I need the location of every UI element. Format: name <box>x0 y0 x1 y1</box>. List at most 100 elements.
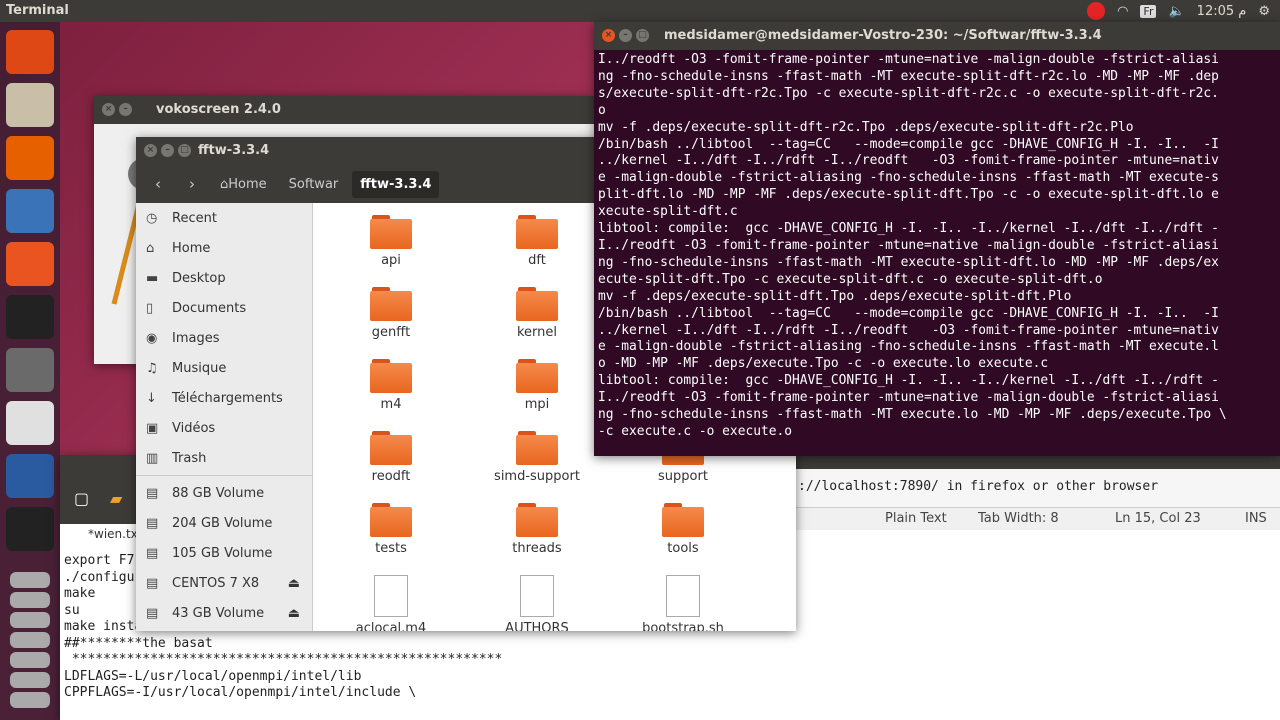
gear-icon[interactable]: ⚙ <box>1258 4 1270 19</box>
insert-mode: INS <box>1245 511 1267 526</box>
screen-recorder-icon[interactable] <box>6 454 54 498</box>
sidebar-volume[interactable]: ▤ 204 GB Volume <box>136 508 312 538</box>
ubuntu-icon[interactable] <box>6 30 54 74</box>
folder-item[interactable]: tests <box>331 503 451 556</box>
sidebar-item-label: Musique <box>172 360 227 376</box>
software-center-icon[interactable] <box>6 242 54 286</box>
sidebar-volume[interactable]: ▤ 88 GB Volume <box>136 478 312 508</box>
terminal-line: I../reodft -O3 -fomit-frame-pointer -mtu… <box>598 52 1219 67</box>
clock[interactable]: 12:05 م <box>1197 4 1247 19</box>
sidebar-volume[interactable]: ▤ 43 GB Volume ⏏ <box>136 598 312 628</box>
file-name: aclocal.m4 <box>355 621 427 631</box>
close-icon[interactable]: × <box>602 29 615 42</box>
folder-item[interactable]: threads <box>477 503 597 556</box>
terminal-window[interactable]: × – □ medsidamer@medsidamer-Vostro-230: ~/… <box>594 22 1280 456</box>
terminal-output[interactable]: I../reodft -O3 -fomit-frame-pointer -mtu… <box>594 50 1280 456</box>
editor-line: make insta <box>64 619 143 634</box>
launcher <box>0 22 60 720</box>
maximize-icon[interactable]: □ <box>636 29 649 42</box>
sidebar-item-musique[interactable]: ♫ Musique <box>136 353 312 383</box>
sidebar-item-label: Documents <box>172 300 247 316</box>
editor-right-line[interactable]: ://localhost:7890/ in firefox or other b… <box>796 479 1160 496</box>
file-name: AUTHORS <box>505 621 569 631</box>
minimize-icon[interactable]: – <box>119 103 132 116</box>
active-app-title: Terminal <box>6 3 69 18</box>
language-selector[interactable]: Plain Text <box>885 511 947 526</box>
folder-item[interactable]: m4 <box>331 359 451 412</box>
editor-line: CPPFLAGS=-I/usr/local/openmpi/intel/incl… <box>64 685 417 700</box>
terminal-line: I../reodft -O3 -fomit-frame-pointer -mtu… <box>598 390 1219 406</box>
sidebar-item-recent[interactable]: ◷ Recent <box>136 203 312 233</box>
record-indicator-icon[interactable] <box>1087 2 1106 20</box>
minimize-icon[interactable]: – <box>161 144 174 157</box>
crumb-current[interactable]: fftw-3.3.4 <box>352 170 440 198</box>
desktop-icon: ▬ <box>146 270 159 286</box>
close-icon[interactable]: × <box>102 103 115 116</box>
download-icon: ↓ <box>146 390 157 406</box>
disk-icon[interactable] <box>10 652 50 668</box>
back-icon[interactable]: ‹ <box>144 175 172 193</box>
folder-item[interactable]: reodft <box>331 431 451 484</box>
folder-item[interactable]: api <box>331 215 451 268</box>
music-icon: ♫ <box>146 360 158 376</box>
sidebar-volume[interactable]: ▤ CENTOS 7 X8 ⏏ <box>136 568 312 598</box>
sidebar-item-trash[interactable]: ▥ Trash <box>136 443 312 473</box>
sidebar-volume[interactable]: ▤ 105 GB Volume <box>136 538 312 568</box>
folder-item[interactable]: dft <box>477 215 597 268</box>
volume-icon[interactable]: 🔈 <box>1168 4 1184 19</box>
file-item[interactable]: bootstrap.sh <box>623 575 743 631</box>
file-item[interactable]: aclocal.m4 <box>331 575 451 631</box>
crumb-softwar[interactable]: Softwar <box>281 171 347 198</box>
settings-icon[interactable] <box>6 348 54 392</box>
vokoscreen-titlebar[interactable]: × – vokoscreen 2.4.0 <box>94 96 594 124</box>
disk-icon[interactable] <box>10 692 50 708</box>
disk-icon[interactable] <box>10 592 50 608</box>
writer-icon[interactable] <box>6 189 54 233</box>
close-icon[interactable]: × <box>144 144 157 157</box>
sidebar-item-vidéos[interactable]: ▣ Vidéos <box>136 413 312 443</box>
keyboard-layout[interactable]: Fr <box>1140 4 1157 18</box>
terminal-line: libtool: compile: gcc -DHAVE_CONFIG_H -I… <box>598 221 1219 237</box>
terminal-line: e -malign-double -fstrict-aliasing -fno-… <box>598 170 1219 186</box>
open-folder-icon[interactable]: ▰ <box>110 489 122 508</box>
folder-item[interactable]: mpi <box>477 359 597 412</box>
terminal-line: ng -fno-schedule-insns -ffast-math -MT e… <box>598 407 1227 423</box>
disk-icon[interactable] <box>10 632 50 648</box>
folder-icon <box>662 503 704 537</box>
sidebar-item-home[interactable]: ⌂ Home <box>136 233 312 263</box>
files-icon[interactable] <box>6 83 54 127</box>
folder-item[interactable]: genfft <box>331 287 451 340</box>
terminal-line: o -MD -MP -MF .deps/execute.Tpo -c -o ex… <box>598 356 1049 372</box>
terminal-titlebar[interactable]: × – □ medsidamer@medsidamer-Vostro-230: ~/… <box>594 22 1280 50</box>
workspace-icon[interactable] <box>10 572 50 588</box>
file-name: tools <box>667 541 699 556</box>
firefox-icon[interactable] <box>6 136 54 180</box>
wifi-icon[interactable]: ◠ <box>1117 4 1128 19</box>
file-name: dft <box>528 253 546 268</box>
sidebar-item-documents[interactable]: ▯ Documents <box>136 293 312 323</box>
forward-icon[interactable]: › <box>178 175 206 193</box>
folder-item[interactable]: simd-support <box>477 431 597 484</box>
new-document-icon[interactable]: ▢ <box>74 489 89 508</box>
eject-icon[interactable]: ⏏ <box>288 576 300 591</box>
amazon-icon[interactable] <box>6 295 54 339</box>
volume-label: 88 GB Volume <box>172 485 265 501</box>
terminal-icon[interactable] <box>6 507 54 551</box>
crumb-home[interactable]: ⌂Home <box>212 171 275 198</box>
terminal-line: s/execute-split-dft-r2c.Tpo -c execute-s… <box>598 85 1219 101</box>
tab-width-selector[interactable]: Tab Width: 8 <box>978 511 1059 526</box>
disk-icon[interactable] <box>10 612 50 628</box>
eject-icon[interactable]: ⏏ <box>288 606 300 621</box>
file-item[interactable]: AUTHORS <box>477 575 597 631</box>
document-tab[interactable]: *wien.tx <box>88 527 138 541</box>
sidebar-item-images[interactable]: ◉ Images <box>136 323 312 353</box>
folder-item[interactable]: tools <box>623 503 743 556</box>
folder-item[interactable]: kernel <box>477 287 597 340</box>
disk-icon[interactable] <box>10 672 50 688</box>
text-editor-icon[interactable] <box>6 401 54 445</box>
maximize-icon[interactable]: □ <box>178 144 191 157</box>
minimize-icon[interactable]: – <box>619 29 632 42</box>
sidebar-item-téléchargements[interactable]: ↓ Téléchargements <box>136 383 312 413</box>
sidebar-item-desktop[interactable]: ▬ Desktop <box>136 263 312 293</box>
window-title: medsidamer@medsidamer-Vostro-230: ~/Soft… <box>664 28 1102 43</box>
